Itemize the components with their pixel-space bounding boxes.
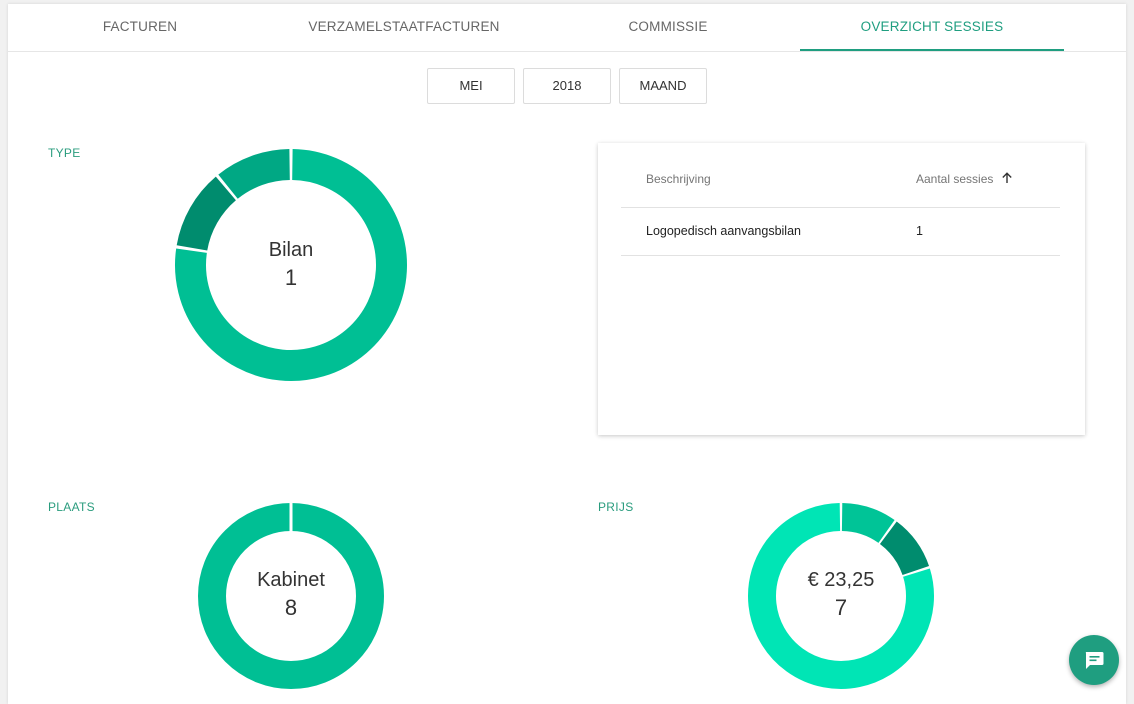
- sessions-table: Beschrijving Aantal sessies Logopedisch …: [598, 143, 1085, 435]
- prijs-donut-label: € 23,25: [807, 569, 875, 591]
- donut-slice-1[interactable]: [879, 521, 930, 576]
- column-header-beschrijving[interactable]: Beschrijving: [646, 172, 711, 186]
- chat-button[interactable]: [1069, 635, 1119, 685]
- arrow-up-icon[interactable]: [1001, 172, 1013, 187]
- prijs-donut-value: 7: [834, 595, 848, 620]
- column-header-aantal-sessies[interactable]: Aantal sessies: [916, 172, 1013, 187]
- donut-slice-0[interactable]: [841, 503, 895, 544]
- prijs-donut-center: € 23,25 7: [771, 566, 911, 622]
- table-cell-description: Logopedisch aanvangsbilan: [646, 224, 801, 238]
- table-row-divider: [621, 255, 1060, 256]
- table-cell-count: 1: [916, 224, 923, 238]
- column-header-label: Aantal sessies: [916, 172, 994, 186]
- table-header-divider: [621, 207, 1060, 208]
